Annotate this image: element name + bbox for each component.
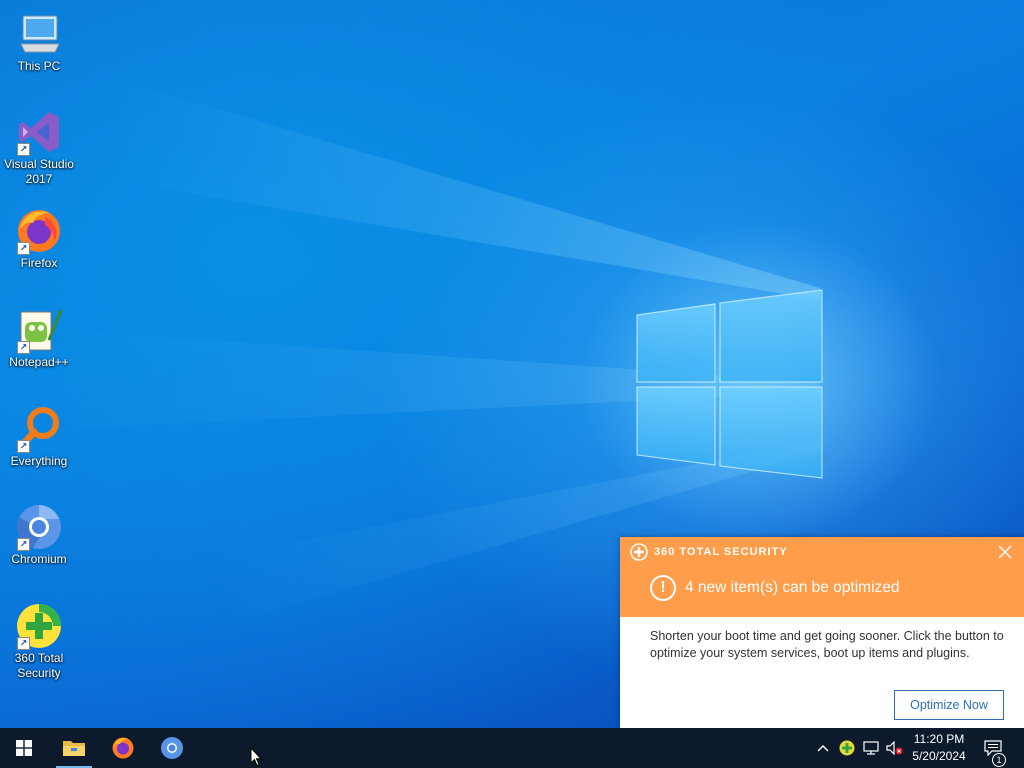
firefox-icon xyxy=(112,737,134,759)
firefox-icon: ↗ xyxy=(15,207,63,255)
360-logo-icon xyxy=(630,543,648,561)
taskbar: 11:20 PM 5/20/2024 1 xyxy=(0,728,1024,768)
notification-count-badge: 1 xyxy=(992,753,1006,767)
chevron-up-icon xyxy=(817,745,829,752)
desktop-icon-everything[interactable]: ↗ Everything xyxy=(2,405,76,469)
visual-studio-icon: ↗ xyxy=(15,108,63,156)
volume-muted-icon xyxy=(886,741,903,755)
close-icon[interactable] xyxy=(998,545,1012,559)
this-pc-icon xyxy=(15,10,63,58)
desktop-icon-label: Notepad++ xyxy=(9,355,69,369)
tray-360-security[interactable] xyxy=(836,728,858,768)
show-hidden-icons-button[interactable] xyxy=(813,728,833,768)
desktop-icon-chromium[interactable]: ↗ Chromium xyxy=(2,503,76,567)
shortcut-arrow-icon: ↗ xyxy=(17,637,30,650)
360-notification-popup: 360 TOTAL SECURITY ! 4 new item(s) can b… xyxy=(620,537,1024,728)
windows-start-icon xyxy=(16,740,32,756)
desktop-icon-this-pc[interactable]: This PC xyxy=(2,10,76,74)
popup-title: 4 new item(s) can be optimized xyxy=(685,579,900,596)
desktop-icon-label: Firefox xyxy=(20,256,58,270)
desktop-icon-visual-studio[interactable]: ↗ Visual Studio 2017 xyxy=(2,108,76,187)
start-button[interactable] xyxy=(0,728,48,768)
desktop-icon-label: Chromium xyxy=(11,552,67,566)
tray-network[interactable] xyxy=(860,728,882,768)
file-explorer-icon xyxy=(63,741,85,756)
shortcut-arrow-icon: ↗ xyxy=(17,538,30,551)
everything-search-icon: ↗ xyxy=(15,405,63,453)
desktop-icon-notepad-plus-plus[interactable]: ↗ Notepad++ xyxy=(2,306,76,370)
desktop-icon-label: This PC xyxy=(17,59,61,73)
shortcut-arrow-icon: ↗ xyxy=(17,440,30,453)
popup-brand: 360 TOTAL SECURITY xyxy=(654,546,788,558)
popup-header: 360 TOTAL SECURITY ! 4 new item(s) can b… xyxy=(620,537,1024,617)
desktop-icon-firefox[interactable]: ↗ Firefox xyxy=(2,207,76,271)
popup-message: Shorten your boot time and get going soo… xyxy=(650,629,1004,660)
chromium-icon xyxy=(161,737,183,759)
shortcut-arrow-icon: ↗ xyxy=(17,143,30,156)
360-tray-icon xyxy=(839,740,855,756)
notepad-plus-plus-icon: ↗ xyxy=(15,306,63,354)
tray-volume[interactable] xyxy=(884,728,906,768)
taskbar-app-chromium[interactable] xyxy=(148,728,196,768)
360-total-security-icon: ↗ xyxy=(15,602,63,650)
shortcut-arrow-icon: ↗ xyxy=(17,341,30,354)
taskbar-clock[interactable]: 11:20 PM 5/20/2024 xyxy=(904,731,974,765)
chromium-icon: ↗ xyxy=(15,503,63,551)
desktop-icon-label: 360 Total Security xyxy=(14,651,64,680)
desktop-icon-360-total-security[interactable]: ↗ 360 Total Security xyxy=(2,602,76,681)
taskbar-app-firefox[interactable] xyxy=(99,728,147,768)
shortcut-arrow-icon: ↗ xyxy=(17,242,30,255)
desktop-icon-label: Visual Studio 2017 xyxy=(4,157,74,186)
optimize-now-button[interactable]: Optimize Now xyxy=(894,690,1004,720)
desktop-icon-label: Everything xyxy=(10,454,68,468)
clock-date: 5/20/2024 xyxy=(912,749,966,763)
clock-time: 11:20 PM xyxy=(913,732,965,746)
mouse-cursor-icon xyxy=(250,747,262,767)
alert-icon: ! xyxy=(650,575,676,601)
network-icon xyxy=(863,741,879,755)
taskbar-app-file-explorer[interactable] xyxy=(50,728,98,768)
